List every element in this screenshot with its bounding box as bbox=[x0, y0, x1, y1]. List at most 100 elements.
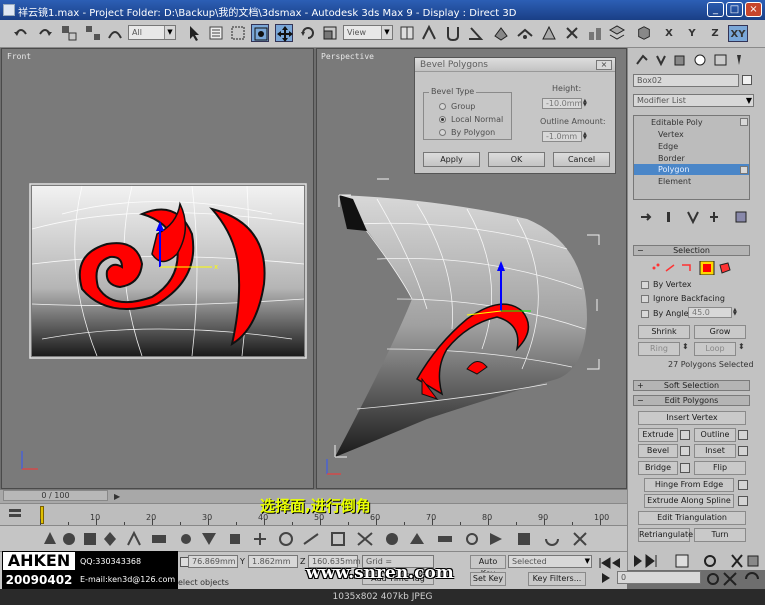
shrink-button[interactable]: Shrink bbox=[638, 325, 690, 339]
stack-item-vertex[interactable]: Vertex bbox=[634, 129, 749, 140]
tool-icon-10[interactable] bbox=[254, 533, 266, 545]
stack-item-editable-poly[interactable]: Editable Poly bbox=[634, 117, 749, 128]
axis-z-button[interactable]: Z bbox=[705, 25, 725, 42]
tool-icon-14[interactable] bbox=[357, 532, 373, 546]
key-mode-dropdown[interactable]: Selected ▼ bbox=[508, 555, 592, 568]
tool-icon-3[interactable] bbox=[84, 533, 96, 545]
hinge-settings-icon[interactable] bbox=[738, 480, 748, 490]
apply-button[interactable]: Apply bbox=[423, 152, 480, 167]
next-frame-icon[interactable] bbox=[634, 555, 642, 567]
object-name-field[interactable]: Box02 bbox=[633, 74, 739, 87]
close-icon[interactable]: × bbox=[596, 60, 612, 70]
border-level-icon[interactable] bbox=[682, 264, 691, 271]
edit-polygons-rollout-header[interactable]: − Edit Polygons bbox=[633, 395, 750, 406]
field-of-view-icon[interactable] bbox=[723, 572, 737, 586]
extrude-along-spline-settings-icon[interactable] bbox=[738, 496, 748, 506]
extrude-along-spline-button[interactable]: Extrude Along Spline bbox=[644, 494, 734, 508]
height-field[interactable]: -10.0mm ▲ ▼ bbox=[542, 98, 587, 109]
utilities-tab-icon[interactable] bbox=[737, 55, 741, 65]
grow-button[interactable]: Grow bbox=[694, 325, 746, 339]
display-tab-icon[interactable] bbox=[714, 54, 727, 66]
object-color-swatch[interactable] bbox=[742, 75, 752, 85]
bridge-settings-icon[interactable] bbox=[680, 463, 690, 473]
tool-icon-8[interactable] bbox=[202, 533, 216, 545]
ignore-backfacing-checkbox[interactable] bbox=[641, 295, 649, 303]
flip-button[interactable]: Flip bbox=[694, 461, 746, 475]
key-mode-toggle-icon[interactable] bbox=[675, 554, 689, 568]
go-to-end-icon[interactable] bbox=[645, 554, 657, 568]
y-coordinate-field[interactable]: 1.862mm bbox=[248, 555, 298, 568]
configure-modifier-sets-icon[interactable] bbox=[735, 211, 747, 223]
app-icon[interactable] bbox=[3, 4, 15, 16]
polygon-light-toggle[interactable] bbox=[740, 166, 748, 174]
zoom-icon[interactable] bbox=[707, 573, 719, 585]
spinner-snap-icon[interactable] bbox=[516, 24, 534, 42]
ring-spinner-icon[interactable]: ⬍ bbox=[682, 342, 689, 351]
previous-frame-icon[interactable] bbox=[612, 558, 620, 568]
radio-local-normal[interactable] bbox=[439, 116, 446, 123]
tool-icon-5[interactable] bbox=[127, 530, 141, 546]
rectangular-selection-icon[interactable] bbox=[229, 24, 247, 42]
create-tab-icon[interactable] bbox=[636, 54, 648, 65]
render-icon[interactable] bbox=[634, 25, 654, 42]
tool-icon-17[interactable] bbox=[438, 536, 452, 542]
close-icon[interactable]: × bbox=[745, 2, 762, 17]
outline-settings-icon[interactable] bbox=[738, 430, 748, 440]
unlink-icon[interactable] bbox=[84, 24, 102, 42]
select-and-rotate-icon[interactable] bbox=[299, 24, 317, 42]
tool-icon-7[interactable] bbox=[181, 534, 191, 544]
x-coordinate-field[interactable]: 76.869mm bbox=[188, 555, 238, 568]
front-viewport[interactable]: Front x bbox=[1, 48, 314, 489]
edit-named-selection-icon[interactable] bbox=[540, 24, 558, 42]
bridge-button[interactable]: Bridge bbox=[638, 461, 678, 475]
snaps-toggle-icon[interactable] bbox=[444, 24, 462, 42]
ring-button[interactable]: Ring bbox=[638, 342, 680, 356]
tool-icon-16[interactable] bbox=[410, 533, 424, 544]
bevel-settings-icon[interactable] bbox=[680, 446, 690, 456]
tool-icon-13[interactable] bbox=[331, 532, 345, 546]
pin-stack-icon[interactable] bbox=[641, 213, 652, 221]
radio-group[interactable] bbox=[439, 103, 446, 110]
angle-snap-icon[interactable] bbox=[466, 24, 484, 42]
tool-icon-11[interactable] bbox=[279, 532, 293, 546]
cancel-button[interactable]: Cancel bbox=[553, 152, 610, 167]
bevel-button[interactable]: Bevel bbox=[638, 444, 678, 458]
tool-icon-22[interactable] bbox=[573, 532, 587, 546]
extrude-settings-icon[interactable] bbox=[680, 430, 690, 440]
by-angle-field[interactable]: 45.0 ▲ ▼ bbox=[688, 307, 737, 318]
time-configuration-icon[interactable] bbox=[704, 555, 716, 567]
redo-icon[interactable] bbox=[36, 24, 54, 42]
time-next-icon[interactable]: ▶ bbox=[114, 492, 120, 501]
modify-tab-icon[interactable] bbox=[656, 55, 666, 67]
modifier-list-dropdown[interactable]: Modifier List ▼ bbox=[633, 94, 754, 107]
mirror-icon[interactable] bbox=[563, 24, 581, 42]
undo-icon[interactable] bbox=[12, 24, 30, 42]
curve-editor-icon[interactable] bbox=[8, 507, 22, 521]
reference-coordinate-dropdown[interactable]: View ▼ bbox=[343, 25, 393, 40]
tool-icon-20[interactable] bbox=[518, 533, 530, 545]
key-filters-button[interactable]: Key Filters... bbox=[528, 572, 586, 586]
align-icon[interactable] bbox=[586, 24, 604, 42]
play-icon[interactable] bbox=[602, 573, 610, 583]
spinner-arrows-icon[interactable]: ▲ ▼ bbox=[733, 308, 739, 317]
pan-view-icon[interactable] bbox=[747, 555, 759, 567]
stack-item-edge[interactable]: Edge bbox=[634, 141, 749, 152]
select-manipulate-icon[interactable] bbox=[420, 24, 438, 42]
vertex-level-icon[interactable] bbox=[652, 263, 660, 270]
loop-spinner-icon[interactable]: ⬍ bbox=[738, 342, 745, 351]
window-crossing-icon[interactable] bbox=[251, 24, 269, 42]
insert-vertex-button[interactable]: Insert Vertex bbox=[638, 411, 746, 425]
stack-item-border[interactable]: Border bbox=[634, 153, 749, 164]
tool-icon-1[interactable] bbox=[44, 532, 56, 544]
edge-level-icon[interactable] bbox=[665, 264, 675, 272]
select-and-link-icon[interactable] bbox=[60, 24, 78, 42]
zoom-extents-icon[interactable] bbox=[731, 554, 743, 568]
auto-key-button[interactable]: Auto Key bbox=[470, 555, 506, 578]
maximize-icon[interactable]: □ bbox=[726, 2, 743, 17]
turn-button[interactable]: Turn bbox=[694, 528, 746, 542]
axis-x-button[interactable]: X bbox=[659, 25, 679, 42]
tool-icon-19[interactable] bbox=[490, 533, 502, 545]
hinge-from-edge-button[interactable]: Hinge From Edge bbox=[644, 478, 734, 492]
tool-icon-21[interactable] bbox=[545, 538, 559, 546]
select-object-icon[interactable] bbox=[185, 24, 203, 42]
